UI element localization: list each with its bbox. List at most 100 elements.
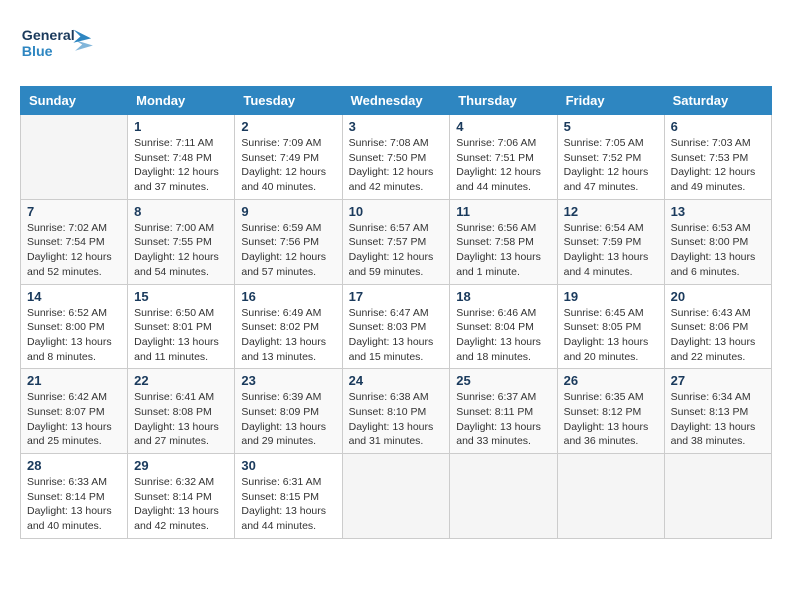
- day-number: 25: [456, 373, 550, 388]
- calendar-cell: 28 Sunrise: 6:33 AMSunset: 8:14 PMDayligh…: [21, 454, 128, 539]
- day-info: Sunrise: 6:59 AMSunset: 7:56 PMDaylight:…: [241, 221, 335, 280]
- day-info: Sunrise: 6:38 AMSunset: 8:10 PMDaylight:…: [349, 390, 444, 449]
- day-info: Sunrise: 6:56 AMSunset: 7:58 PMDaylight:…: [456, 221, 550, 280]
- day-number: 29: [134, 458, 228, 473]
- day-info: Sunrise: 6:47 AMSunset: 8:03 PMDaylight:…: [349, 306, 444, 365]
- calendar-cell: 6 Sunrise: 7:03 AMSunset: 7:53 PMDaylight…: [664, 115, 771, 200]
- day-number: 12: [564, 204, 658, 219]
- calendar-cell: [450, 454, 557, 539]
- column-header-friday: Friday: [557, 87, 664, 115]
- calendar-cell: 10 Sunrise: 6:57 AMSunset: 7:57 PMDayligh…: [342, 199, 450, 284]
- column-header-sunday: Sunday: [21, 87, 128, 115]
- day-number: 5: [564, 119, 658, 134]
- day-info: Sunrise: 6:42 AMSunset: 8:07 PMDaylight:…: [27, 390, 121, 449]
- column-header-tuesday: Tuesday: [235, 87, 342, 115]
- calendar-cell: 18Sunrise: 6:46 AMSunset: 8:04 PMDayligh…: [450, 284, 557, 369]
- day-number: 13: [671, 204, 765, 219]
- calendar-cell: 4 Sunrise: 7:06 AMSunset: 7:51 PMDaylight…: [450, 115, 557, 200]
- calendar-cell: 22 Sunrise: 6:41 AMSunset: 8:08 PMDayligh…: [128, 369, 235, 454]
- day-number: 21: [27, 373, 121, 388]
- day-number: 15: [134, 289, 228, 304]
- day-number: 14: [27, 289, 121, 304]
- calendar-week-1: 1 Sunrise: 7:11 AMSunset: 7:48 PMDaylight…: [21, 115, 772, 200]
- svg-text:General: General: [22, 28, 75, 44]
- calendar-cell: 1 Sunrise: 7:11 AMSunset: 7:48 PMDaylight…: [128, 115, 235, 200]
- calendar-week-2: 7 Sunrise: 7:02 AMSunset: 7:54 PMDaylight…: [21, 199, 772, 284]
- day-info: Sunrise: 7:06 AMSunset: 7:51 PMDaylight:…: [456, 136, 550, 195]
- calendar-cell: 23 Sunrise: 6:39 AMSunset: 8:09 PMDayligh…: [235, 369, 342, 454]
- calendar-cell: 9 Sunrise: 6:59 AMSunset: 7:56 PMDaylight…: [235, 199, 342, 284]
- day-number: 30: [241, 458, 335, 473]
- calendar-cell: 2 Sunrise: 7:09 AMSunset: 7:49 PMDaylight…: [235, 115, 342, 200]
- calendar-cell: 16 Sunrise: 6:49 AMSunset: 8:02 PMDayligh…: [235, 284, 342, 369]
- calendar-cell: [342, 454, 450, 539]
- day-number: 10: [349, 204, 444, 219]
- day-info: Sunrise: 6:37 AMSunset: 8:11 PMDaylight:…: [456, 390, 550, 449]
- day-number: 9: [241, 204, 335, 219]
- calendar-cell: 3Sunrise: 7:08 AMSunset: 7:50 PMDaylight…: [342, 115, 450, 200]
- day-info: Sunrise: 6:41 AMSunset: 8:08 PMDaylight:…: [134, 390, 228, 449]
- day-info: Sunrise: 7:03 AMSunset: 7:53 PMDaylight:…: [671, 136, 765, 195]
- calendar-cell: 7 Sunrise: 7:02 AMSunset: 7:54 PMDaylight…: [21, 199, 128, 284]
- day-info: Sunrise: 6:49 AMSunset: 8:02 PMDaylight:…: [241, 306, 335, 365]
- day-info: Sunrise: 6:39 AMSunset: 8:09 PMDaylight:…: [241, 390, 335, 449]
- calendar-cell: 24Sunrise: 6:38 AMSunset: 8:10 PMDayligh…: [342, 369, 450, 454]
- calendar-cell: 30 Sunrise: 6:31 AMSunset: 8:15 PMDayligh…: [235, 454, 342, 539]
- day-info: Sunrise: 6:57 AMSunset: 7:57 PMDaylight:…: [349, 221, 444, 280]
- day-number: 28: [27, 458, 121, 473]
- svg-text:Blue: Blue: [22, 44, 53, 60]
- day-number: 4: [456, 119, 550, 134]
- day-number: 2: [241, 119, 335, 134]
- day-info: Sunrise: 6:33 AMSunset: 8:14 PMDaylight:…: [27, 475, 121, 534]
- day-info: Sunrise: 7:02 AMSunset: 7:54 PMDaylight:…: [27, 221, 121, 280]
- day-number: 8: [134, 204, 228, 219]
- calendar-cell: 14 Sunrise: 6:52 AMSunset: 8:00 PMDayligh…: [21, 284, 128, 369]
- day-number: 23: [241, 373, 335, 388]
- day-number: 11: [456, 204, 550, 219]
- calendar-cell: [557, 454, 664, 539]
- day-number: 6: [671, 119, 765, 134]
- day-info: Sunrise: 7:05 AMSunset: 7:52 PMDaylight:…: [564, 136, 658, 195]
- calendar-cell: 11 Sunrise: 6:56 AMSunset: 7:58 PMDayligh…: [450, 199, 557, 284]
- calendar-cell: [21, 115, 128, 200]
- day-info: Sunrise: 6:52 AMSunset: 8:00 PMDaylight:…: [27, 306, 121, 365]
- column-header-wednesday: Wednesday: [342, 87, 450, 115]
- calendar-cell: 27 Sunrise: 6:34 AMSunset: 8:13 PMDayligh…: [664, 369, 771, 454]
- day-info: Sunrise: 6:32 AMSunset: 8:14 PMDaylight:…: [134, 475, 228, 534]
- day-number: 17: [349, 289, 444, 304]
- calendar-cell: 20 Sunrise: 6:43 AMSunset: 8:06 PMDayligh…: [664, 284, 771, 369]
- calendar-cell: 21 Sunrise: 6:42 AMSunset: 8:07 PMDayligh…: [21, 369, 128, 454]
- day-info: Sunrise: 6:31 AMSunset: 8:15 PMDaylight:…: [241, 475, 335, 534]
- calendar-cell: 5 Sunrise: 7:05 AMSunset: 7:52 PMDaylight…: [557, 115, 664, 200]
- day-number: 27: [671, 373, 765, 388]
- calendar-cell: 13Sunrise: 6:53 AMSunset: 8:00 PMDayligh…: [664, 199, 771, 284]
- day-info: Sunrise: 6:50 AMSunset: 8:01 PMDaylight:…: [134, 306, 228, 365]
- day-number: 22: [134, 373, 228, 388]
- day-info: Sunrise: 6:43 AMSunset: 8:06 PMDaylight:…: [671, 306, 765, 365]
- calendar-cell: 15 Sunrise: 6:50 AMSunset: 8:01 PMDayligh…: [128, 284, 235, 369]
- logo: General Blue: [20, 20, 100, 70]
- column-header-thursday: Thursday: [450, 87, 557, 115]
- calendar-header-row: SundayMondayTuesdayWednesdayThursdayFrid…: [21, 87, 772, 115]
- calendar-cell: 26 Sunrise: 6:35 AMSunset: 8:12 PMDayligh…: [557, 369, 664, 454]
- day-info: Sunrise: 6:54 AMSunset: 7:59 PMDaylight:…: [564, 221, 658, 280]
- day-number: 16: [241, 289, 335, 304]
- day-info: Sunrise: 6:35 AMSunset: 8:12 PMDaylight:…: [564, 390, 658, 449]
- day-number: 3: [349, 119, 444, 134]
- calendar-cell: 25 Sunrise: 6:37 AMSunset: 8:11 PMDayligh…: [450, 369, 557, 454]
- day-info: Sunrise: 6:34 AMSunset: 8:13 PMDaylight:…: [671, 390, 765, 449]
- day-number: 1: [134, 119, 228, 134]
- day-number: 20: [671, 289, 765, 304]
- column-header-saturday: Saturday: [664, 87, 771, 115]
- calendar-cell: 12 Sunrise: 6:54 AMSunset: 7:59 PMDayligh…: [557, 199, 664, 284]
- calendar-cell: 17 Sunrise: 6:47 AMSunset: 8:03 PMDayligh…: [342, 284, 450, 369]
- logo-svg: General Blue: [20, 20, 100, 70]
- calendar-cell: 29 Sunrise: 6:32 AMSunset: 8:14 PMDayligh…: [128, 454, 235, 539]
- day-number: 7: [27, 204, 121, 219]
- day-number: 26: [564, 373, 658, 388]
- day-info: Sunrise: 7:11 AMSunset: 7:48 PMDaylight:…: [134, 136, 228, 195]
- day-info: Sunrise: 7:09 AMSunset: 7:49 PMDaylight:…: [241, 136, 335, 195]
- day-number: 19: [564, 289, 658, 304]
- calendar-cell: [664, 454, 771, 539]
- column-header-monday: Monday: [128, 87, 235, 115]
